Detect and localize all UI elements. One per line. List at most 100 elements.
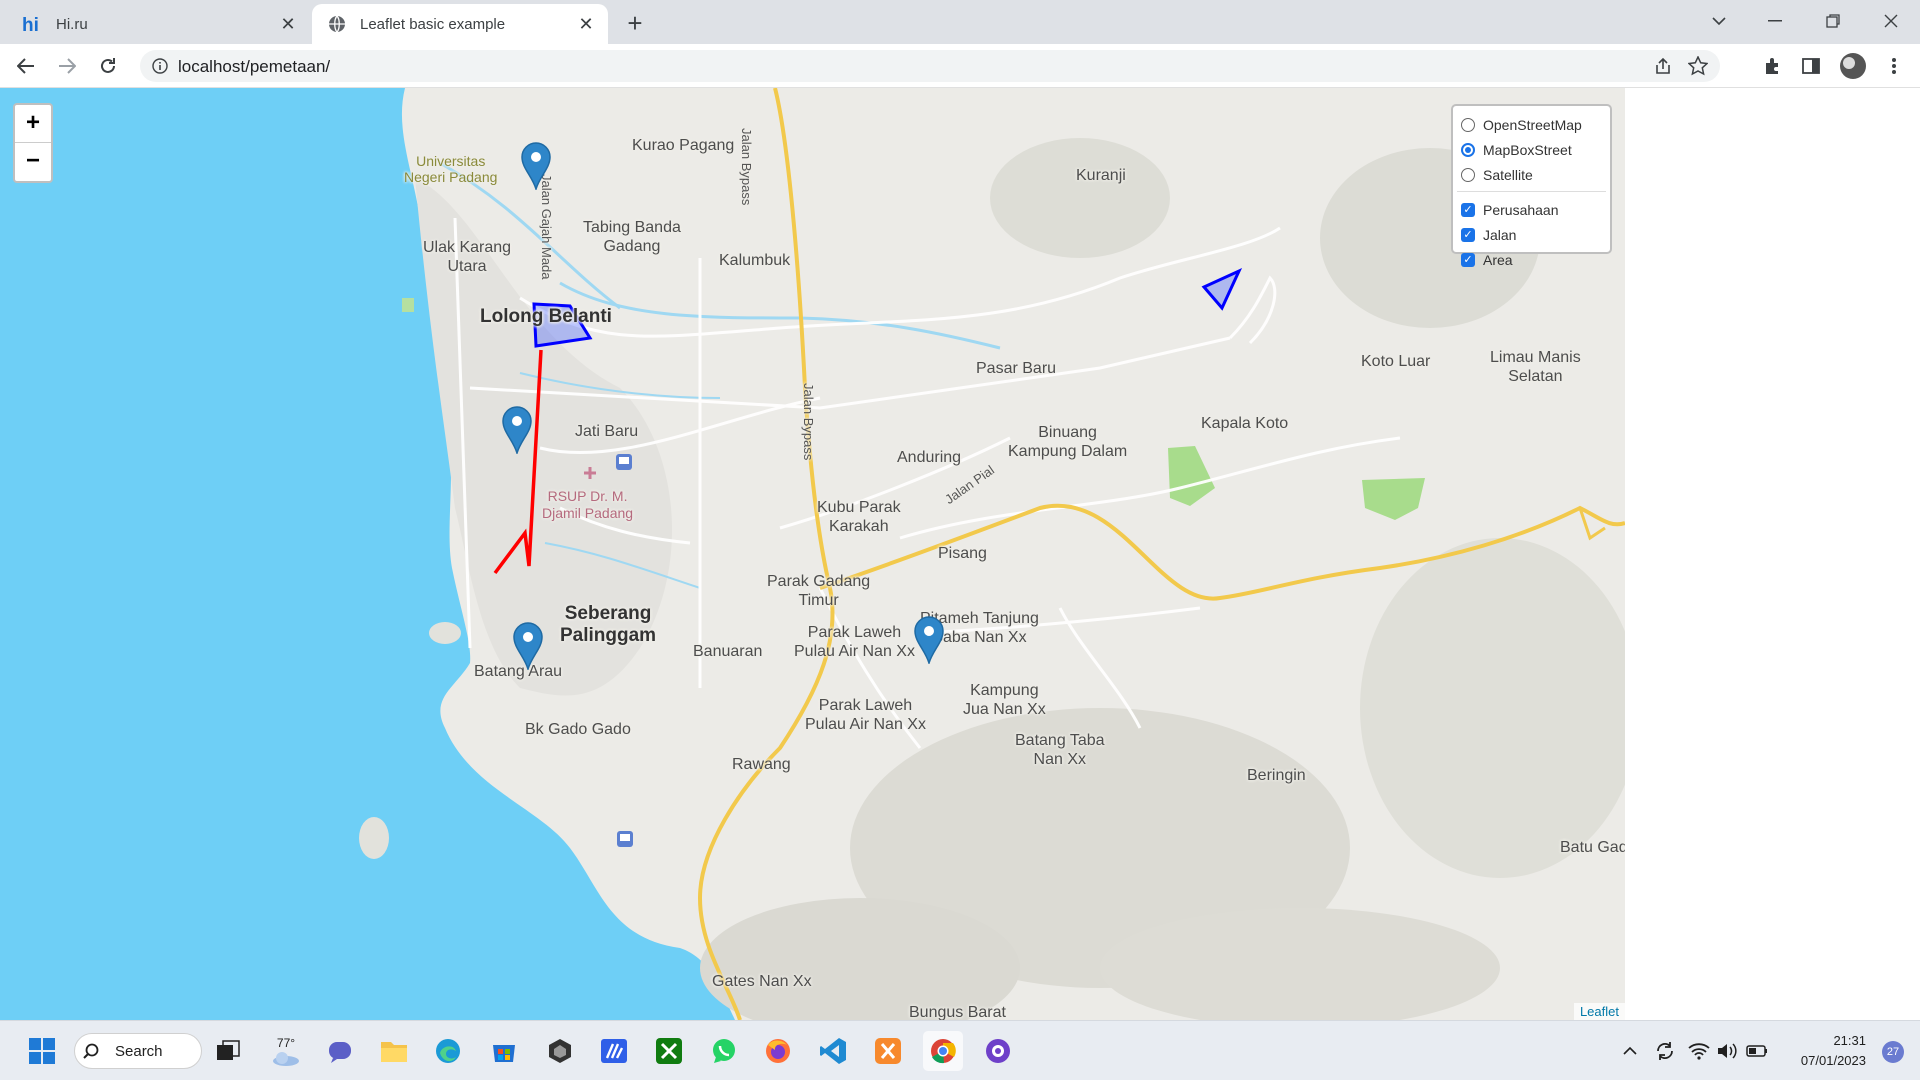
new-tab-button[interactable]: +	[618, 8, 652, 40]
bookmark-star-icon[interactable]	[1687, 55, 1709, 81]
place-label: Rawang	[732, 756, 791, 773]
close-window-icon[interactable]	[1869, 4, 1913, 38]
place-label: Banuaran	[693, 643, 763, 660]
page-content: Universitas Negeri Padang Kurao Pagang Ja…	[0, 88, 1920, 1020]
windows-start-icon[interactable]	[22, 1031, 62, 1071]
restore-icon[interactable]	[1811, 4, 1855, 38]
reload-icon[interactable]	[92, 50, 124, 82]
place-label: Kapala Koto	[1201, 415, 1289, 432]
battery-icon[interactable]	[1742, 1031, 1772, 1071]
whatsapp-icon[interactable]	[704, 1031, 744, 1071]
place-label: Lolong Belanti	[480, 306, 612, 327]
xbox-icon[interactable]	[649, 1031, 689, 1071]
edge-icon[interactable]	[428, 1031, 468, 1071]
place-label: Batu Gad	[1560, 839, 1625, 856]
browser-toolbar: localhost/pemetaan/	[0, 44, 1920, 88]
place-label: Seberang Palinggam	[560, 603, 657, 646]
file-explorer-icon[interactable]	[374, 1031, 414, 1071]
share-icon[interactable]	[1654, 57, 1672, 80]
profile-avatar[interactable]	[1837, 50, 1869, 82]
extensions-icon[interactable]	[1756, 50, 1788, 82]
search-icon	[83, 1043, 99, 1063]
map-marker-icon[interactable]	[520, 142, 552, 190]
overlay-option-area[interactable]: ✓ Area	[1461, 247, 1602, 272]
map-marker-icon[interactable]	[512, 622, 544, 670]
map-marker-icon[interactable]	[913, 616, 945, 664]
tab-strip: hi Hi.ru ✕ Leaflet basic example ✕ +	[0, 0, 1920, 44]
area-polygon[interactable]	[1201, 267, 1243, 311]
firefox-icon[interactable]	[758, 1031, 798, 1071]
tab-leaflet[interactable]: Leaflet basic example ✕	[312, 4, 608, 44]
microsoft-store-icon[interactable]	[484, 1031, 524, 1071]
side-panel-icon[interactable]	[1795, 50, 1827, 82]
radio-button[interactable]	[1461, 167, 1475, 182]
wifi-icon[interactable]	[1684, 1031, 1714, 1071]
hi-ru-icon: hi	[22, 13, 44, 35]
zoom-control: + −	[13, 103, 53, 183]
unity-icon[interactable]	[540, 1031, 580, 1071]
url-text[interactable]: localhost/pemetaan/	[178, 57, 330, 77]
code-editor-icon[interactable]	[594, 1031, 634, 1071]
chevron-up-icon[interactable]	[1616, 1031, 1644, 1071]
overlay-option-perusahaan[interactable]: ✓ Perusahaan	[1461, 197, 1602, 222]
road-label: Jalan Bypass	[739, 128, 754, 206]
task-view-icon[interactable]	[208, 1031, 248, 1071]
github-desktop-icon[interactable]	[978, 1031, 1018, 1071]
place-label: Anduring	[897, 449, 962, 466]
menu-kebab-icon[interactable]	[1878, 50, 1910, 82]
address-bar[interactable]: localhost/pemetaan/	[140, 50, 1720, 82]
close-tab-icon[interactable]: ✕	[576, 14, 596, 34]
bus-station-icon	[617, 831, 633, 847]
checkbox[interactable]: ✓	[1461, 252, 1475, 267]
tab-title: Hi.ru	[56, 15, 88, 33]
leaflet-map[interactable]: Universitas Negeri Padang Kurao Pagang Ja…	[0, 88, 1625, 1020]
layer-option-satellite[interactable]: Satellite	[1461, 162, 1602, 187]
checkbox[interactable]: ✓	[1461, 202, 1475, 217]
place-label: Jati Baru	[575, 423, 639, 440]
layer-label: OpenStreetMap	[1483, 116, 1582, 133]
back-icon[interactable]	[10, 50, 42, 82]
site-info-icon[interactable]	[152, 58, 168, 79]
notification-badge[interactable]: 27	[1882, 1041, 1904, 1063]
place-label: Kubu Parak Karakah	[817, 499, 901, 535]
teams-chat-icon[interactable]	[320, 1031, 360, 1071]
overlay-option-jalan[interactable]: ✓ Jalan	[1461, 222, 1602, 247]
clock[interactable]: 21:31 07/01/2023	[1801, 1031, 1866, 1071]
weather-temp: 77°	[276, 1036, 296, 1050]
sync-icon[interactable]	[1650, 1031, 1680, 1071]
zoom-out-button[interactable]: −	[15, 143, 51, 181]
search-label: Search	[115, 1042, 163, 1060]
place-label: Kalumbuk	[719, 252, 791, 269]
place-label: Kampung Jua Nan Xx	[963, 682, 1046, 718]
volume-icon[interactable]	[1712, 1031, 1742, 1071]
checkbox[interactable]: ✓	[1461, 227, 1475, 242]
place-label: Gates Nan Xx	[712, 973, 812, 990]
xampp-icon[interactable]	[868, 1031, 908, 1071]
radio-button[interactable]	[1461, 142, 1475, 157]
vscode-icon[interactable]	[813, 1031, 853, 1071]
place-label: Ulak Karang Utara	[423, 239, 512, 275]
forward-icon[interactable]	[51, 50, 83, 82]
map-marker-icon[interactable]	[501, 406, 533, 454]
layer-option-mapboxstreet[interactable]: MapBoxStreet	[1461, 137, 1602, 162]
taskbar-search-box[interactable]: Search	[74, 1033, 202, 1069]
place-label: Pisang	[938, 545, 987, 562]
tab-search-icon[interactable]	[1697, 4, 1741, 38]
leaflet-attribution-link[interactable]: Leaflet	[1573, 1003, 1625, 1020]
weather-widget[interactable]: 77°	[266, 1031, 306, 1071]
layer-control: OpenStreetMap MapBoxStreet Satellite ✓ P…	[1451, 104, 1612, 268]
layer-option-openstreetmap[interactable]: OpenStreetMap	[1461, 112, 1602, 137]
tab-hi-ru[interactable]: hi Hi.ru ✕	[8, 4, 310, 44]
place-label: Universitas Negeri Padang	[404, 153, 498, 185]
radio-button[interactable]	[1461, 117, 1475, 132]
layer-label: Satellite	[1483, 166, 1533, 183]
minimize-icon[interactable]	[1753, 4, 1797, 38]
chrome-icon[interactable]	[923, 1031, 963, 1071]
zoom-in-button[interactable]: +	[15, 105, 51, 143]
place-label: Limau Manis Selatan	[1490, 349, 1581, 385]
close-tab-icon[interactable]: ✕	[278, 14, 298, 34]
place-label: Pasar Baru	[976, 360, 1057, 377]
place-label: Parak Laweh Pulau Air Nan Xx	[805, 697, 926, 733]
globe-icon	[326, 13, 348, 35]
map-tiles	[0, 88, 1625, 1020]
